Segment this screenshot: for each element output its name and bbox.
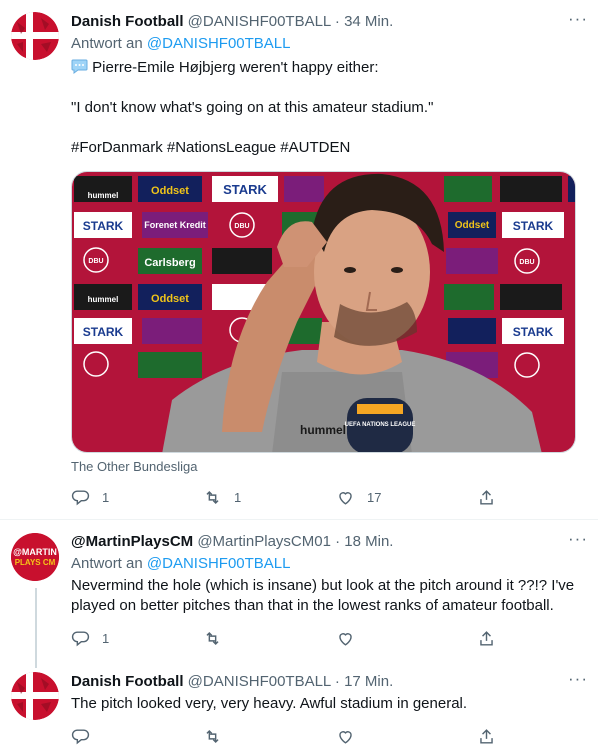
retweet-icon [206,631,219,645]
tweet-text-line1: Pierre-Emile Højbjerg weren't happy eith… [71,58,584,78]
retweet-icon [206,729,219,743]
retweet-button[interactable] [203,628,222,648]
svg-text:STARK: STARK [83,219,124,233]
retweet-button[interactable]: 1 [203,487,241,507]
tweet-actions: 1 [71,628,496,648]
sponsor-carlsberg: Carlsberg [144,257,195,269]
like-button[interactable] [336,628,355,648]
svg-text:PLAYS CM: PLAYS CM [15,558,56,567]
tweet-text: Nevermind the hole (which is insane) but… [71,577,575,614]
retweet-count: 1 [234,489,242,505]
sponsor-forenet: Forenet Kredit [144,220,206,230]
separator-dot: · [335,533,341,550]
reply-button[interactable]: 1 [71,487,109,507]
reply-button[interactable] [71,726,90,746]
replying-to-link[interactable]: @DANISHF00TBALL [147,35,291,52]
reply-icon [71,630,90,646]
heart-icon [339,491,352,505]
reply-icon [71,728,90,744]
svg-text:@MARTIN: @MARTIN [13,547,57,557]
like-count: 17 [367,489,382,505]
replying-to: Antwort an @DANISHF00TBALL [71,554,584,574]
author-name[interactable]: @MartinPlaysCM [71,533,193,550]
svg-text:DBU: DBU [88,258,103,265]
tweet-1[interactable]: Danish Football @DANISHF00TBALL · 34 Min… [0,0,598,520]
svg-text:hummel: hummel [88,295,119,304]
sponsor-oddset: Oddset [151,185,189,197]
share-button[interactable] [477,726,496,746]
shirt-logo: hummel [300,423,346,437]
tweet-header: @MartinPlaysCM @MartinPlaysCM01 · 18 Min… [71,530,587,552]
like-button[interactable]: 17 [336,487,381,507]
svg-text:Oddset: Oddset [455,220,490,231]
more-options-icon[interactable]: ··· [568,670,588,687]
tweet-2[interactable]: @MARTIN PLAYS CM @MartinPlaysCM @MartinP… [0,520,598,668]
replying-prefix: Antwort an [71,555,143,572]
author-name[interactable]: Danish Football [71,13,184,30]
timestamp[interactable]: 18 Min. [344,533,393,550]
share-icon [480,489,493,505]
author-handle[interactable]: @DANISHF00TBALL [188,673,331,690]
author-handle[interactable]: @MartinPlaysCM01 [197,533,331,550]
media-caption[interactable]: The Other Bundesliga [71,459,197,474]
share-icon [480,728,493,744]
svg-text:STARK: STARK [513,325,554,339]
danish-football-avatar[interactable] [11,672,59,720]
thread-line [35,588,37,668]
reply-icon [71,489,90,505]
speech-bubble-icon [71,59,92,76]
timestamp[interactable]: 34 Min. [344,13,393,30]
mic-flag: UEFA NATIONS LEAGUE [345,422,416,428]
replying-prefix: Antwort an [71,35,143,52]
sponsor-stark: STARK [223,182,267,197]
tweet-header: Danish Football @DANISHF00TBALL · 17 Min… [71,670,587,692]
svg-text:Oddset: Oddset [151,293,189,305]
tweet-3[interactable]: Danish Football @DANISHF00TBALL · 17 Min… [0,660,598,747]
timestamp[interactable]: 17 Min. [344,673,393,690]
author-handle[interactable]: @DANISHF00TBALL [188,13,331,30]
danish-ball-icon [11,12,59,60]
danish-ball-icon [11,672,59,720]
sponsor-dbu: DBU [234,223,249,230]
svg-text:DBU: DBU [519,259,534,266]
tweet-text: The pitch looked very, very heavy. Awful… [71,695,468,712]
separator-dot: · [334,13,340,30]
retweet-button[interactable] [203,726,222,746]
martinplayscm-avatar[interactable]: @MARTIN PLAYS CM [11,533,59,581]
hashtags[interactable]: #ForDanmark #NationsLeague #AUTDEN [71,138,584,158]
replying-to: Antwort an @DANISHF00TBALL [71,34,584,54]
share-button[interactable] [477,628,496,648]
share-icon [480,630,493,646]
reply-button[interactable]: 1 [71,628,109,648]
replying-to-link[interactable]: @DANISHF00TBALL [147,555,291,572]
svg-text:STARK: STARK [513,219,554,233]
danish-football-avatar[interactable] [11,12,59,60]
more-options-icon[interactable]: ··· [568,530,588,547]
tweet-text-line2: "I don't know what's going on at this am… [71,99,434,116]
heart-icon [339,730,352,744]
tweet-actions [71,726,496,746]
separator-dot: · [334,673,340,690]
tweet-header: Danish Football @DANISHF00TBALL · 34 Min… [71,10,587,32]
martinplayscm-logo-icon: @MARTIN PLAYS CM [11,533,59,581]
reply-count: 1 [102,489,110,505]
like-button[interactable] [336,726,355,746]
sponsor-hummel: hummel [88,191,119,200]
interview-photo: hummel Oddset STARK STARK Forenet Kredit… [72,172,575,452]
tweet-media-image[interactable]: hummel Oddset STARK STARK Forenet Kredit… [71,171,576,453]
share-button[interactable] [477,487,496,507]
reply-count: 1 [102,630,110,646]
svg-text:STARK: STARK [83,325,124,339]
more-options-icon[interactable]: ··· [568,10,588,27]
heart-icon [339,632,352,646]
tweet-actions: 1 1 17 [71,487,496,507]
author-name[interactable]: Danish Football [71,673,184,690]
retweet-icon [206,490,219,504]
tweet-text-line1-content: Pierre-Emile Højbjerg weren't happy eith… [92,59,379,76]
